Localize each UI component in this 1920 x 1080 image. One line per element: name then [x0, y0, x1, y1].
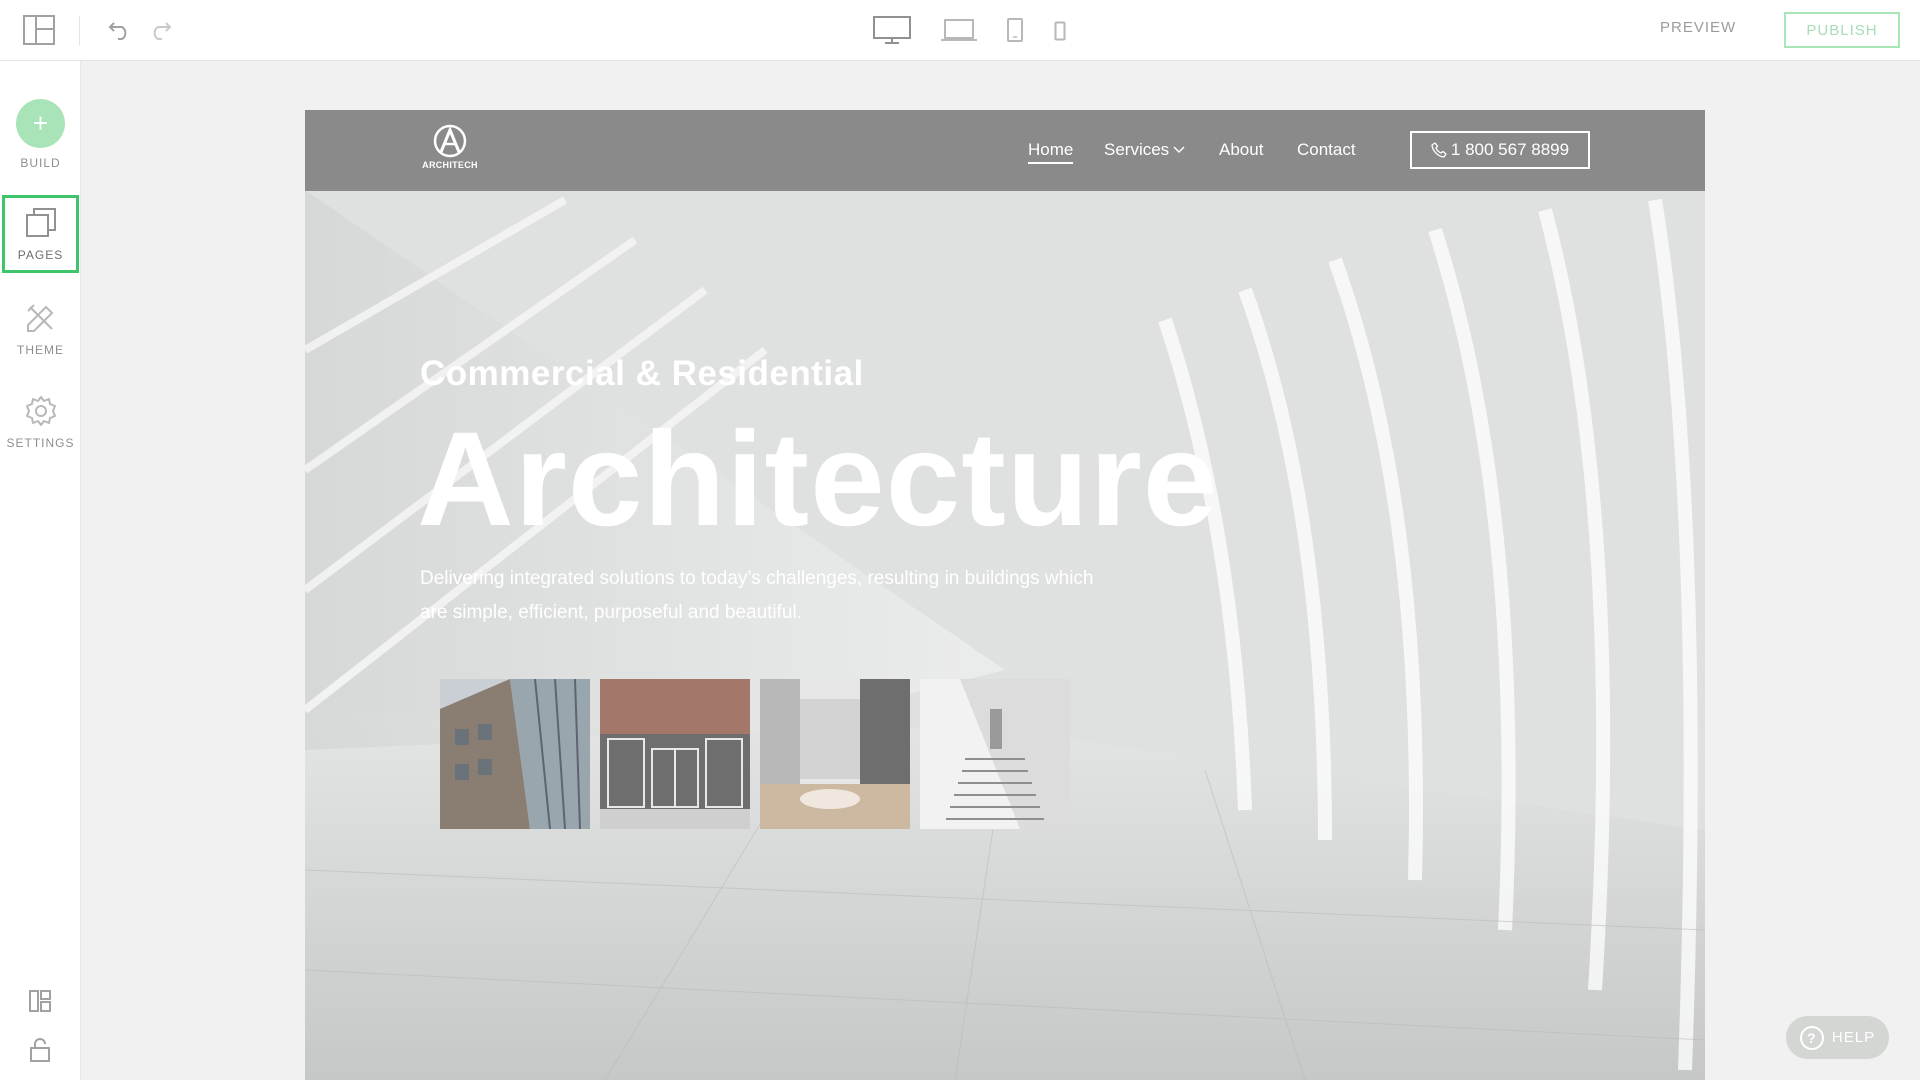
- nav-home[interactable]: Home: [1028, 140, 1074, 164]
- phone-button[interactable]: 1 800 567 8899: [1410, 131, 1590, 169]
- left-sidebar: + BUILD PAGES THEME SETTINGS: [0, 61, 81, 1080]
- thumbnail-gallery: [440, 679, 1070, 829]
- plus-icon[interactable]: +: [16, 99, 65, 148]
- sidebar-item-label: THEME: [17, 343, 64, 357]
- lock-icon[interactable]: [27, 1036, 53, 1064]
- site-navbar: ARCHITECH Home Services About Contact 1 …: [305, 110, 1705, 191]
- logo-icon: [433, 124, 467, 158]
- nav-services-label: Services: [1104, 140, 1170, 159]
- sidebar-item-label: SETTINGS: [6, 436, 75, 450]
- toolbar-divider: [79, 16, 80, 46]
- help-label: HELP: [1831, 1029, 1876, 1046]
- hero-description: Delivering integrated solutions to today…: [420, 568, 1094, 623]
- sidebar-item-build[interactable]: + BUILD: [0, 99, 81, 170]
- nav-services[interactable]: Services: [1104, 140, 1185, 160]
- chevron-down-icon: [1173, 146, 1185, 154]
- top-toolbar: PREVIEW PUBLISH: [0, 0, 1920, 61]
- sidebar-item-label: BUILD: [20, 156, 61, 170]
- gallery-image[interactable]: [760, 679, 910, 829]
- sidebar-item-theme[interactable]: THEME: [0, 301, 81, 357]
- nav-about[interactable]: About: [1219, 140, 1263, 160]
- mobile-icon[interactable]: [1052, 20, 1068, 42]
- tablet-icon[interactable]: [1004, 16, 1026, 44]
- site-canvas: ARCHITECH Home Services About Contact 1 …: [305, 110, 1705, 1080]
- question-icon: ?: [1799, 1025, 1824, 1050]
- phone-number: 1 800 567 8899: [1450, 140, 1570, 159]
- help-button[interactable]: ? HELP: [1786, 1016, 1889, 1059]
- site-logo[interactable]: ARCHITECH: [420, 124, 480, 170]
- preview-button[interactable]: PREVIEW: [1660, 19, 1736, 36]
- sidebar-item-settings[interactable]: SETTINGS: [0, 394, 81, 450]
- logo-text: ARCHITECH: [422, 160, 478, 170]
- theme-icon: [26, 304, 53, 332]
- desktop-icon[interactable]: [872, 14, 912, 46]
- gallery-image[interactable]: [920, 679, 1070, 829]
- nav-contact[interactable]: Contact: [1297, 140, 1356, 160]
- active-item-highlight: [2, 195, 79, 273]
- redo-icon[interactable]: [146, 16, 174, 44]
- hero-subtitle: Commercial & Residential: [420, 354, 864, 393]
- phone-icon: [1431, 142, 1447, 158]
- publish-button[interactable]: PUBLISH: [1784, 12, 1900, 48]
- sections-icon[interactable]: [27, 988, 53, 1014]
- gallery-image[interactable]: [440, 679, 590, 829]
- laptop-icon[interactable]: [940, 16, 978, 44]
- layout-icon[interactable]: [22, 14, 56, 46]
- undo-icon[interactable]: [106, 16, 134, 44]
- gear-icon: [25, 396, 56, 426]
- hero-title: Architecture: [417, 405, 1219, 554]
- gallery-image[interactable]: [600, 679, 750, 829]
